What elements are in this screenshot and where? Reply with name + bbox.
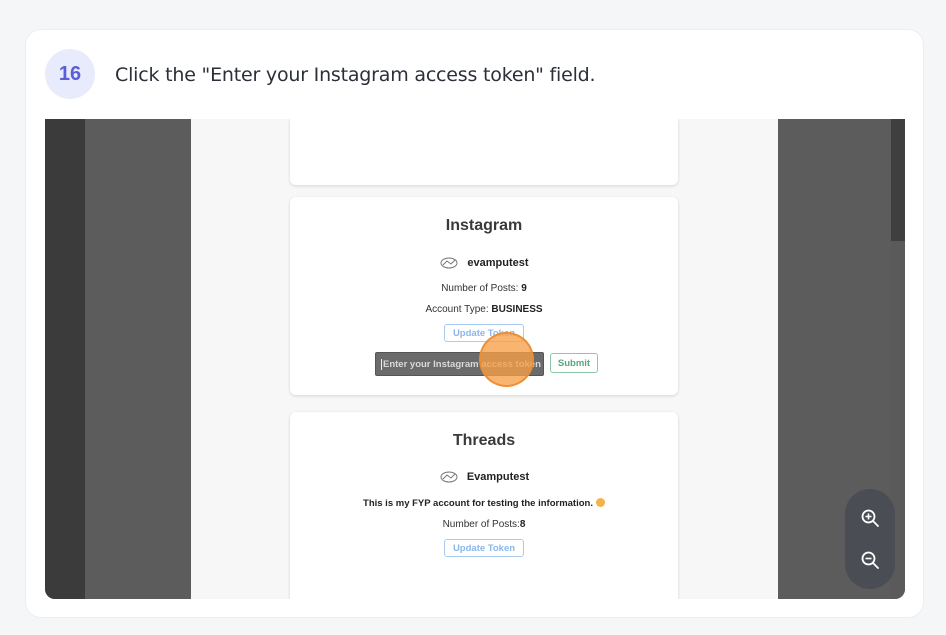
threads-user-row: Evamputest <box>290 470 678 484</box>
previous-account-card <box>290 119 678 185</box>
instagram-account-type: Account Type: BUSINESS <box>425 304 543 315</box>
avatar-icon <box>439 470 459 484</box>
threads-title: Threads <box>452 432 516 449</box>
threads-card: Threads Evamputest This is my FYP accoun… <box>290 412 678 599</box>
threads-username: Evamputest <box>466 471 530 483</box>
text-caret <box>381 358 382 370</box>
step-instruction: Click the "Enter your Instagram access t… <box>115 64 596 86</box>
instagram-user-row: evamputest <box>290 256 678 270</box>
emoji-icon <box>595 498 605 507</box>
scrollbar-thumb[interactable] <box>891 119 905 241</box>
avatar-icon <box>439 256 459 270</box>
instagram-posts-count: Number of Posts: 9 <box>441 283 527 294</box>
threads-posts-count: Number of Posts:8 <box>442 519 526 530</box>
instagram-title: Instagram <box>445 217 523 234</box>
zoom-in-icon[interactable] <box>860 508 880 528</box>
zoom-controls <box>845 489 895 589</box>
click-target-marker <box>479 332 534 387</box>
instagram-username: evamputest <box>467 257 529 269</box>
instagram-submit-button[interactable]: Submit <box>550 353 598 373</box>
screenshot-frame: Instagram evamputest Number of Posts: 9 … <box>45 119 905 599</box>
threads-update-token-button[interactable]: Update Token <box>444 539 524 557</box>
left-side-pane <box>85 119 191 599</box>
zoom-out-icon[interactable] <box>860 550 880 570</box>
left-dark-strip <box>45 119 85 599</box>
step-number-badge: 16 <box>45 49 95 99</box>
threads-bio: This is my FYP account for testing the i… <box>290 498 678 509</box>
